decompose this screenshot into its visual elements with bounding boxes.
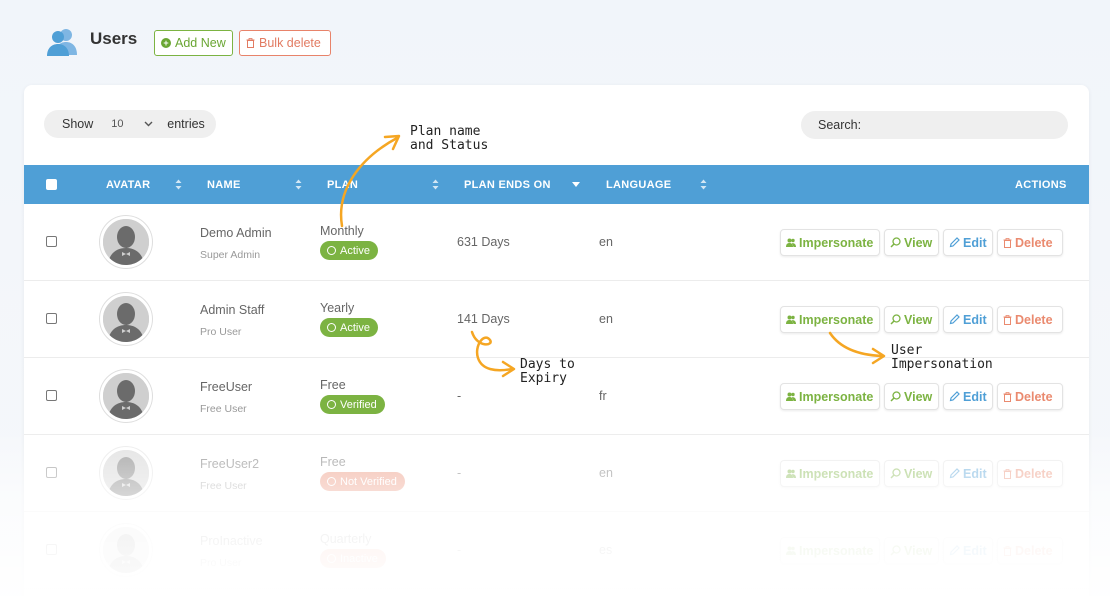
annotation-days: Days to Expiry — [520, 358, 575, 386]
annotation-imp-line2: Impersonation — [891, 357, 993, 372]
annotation-days-line2: Expiry — [520, 371, 567, 386]
annotation-plan-line2: and Status — [410, 138, 489, 153]
annotation-days-line1: Days to — [520, 357, 575, 372]
annotation-plan-line1: Plan name — [410, 124, 481, 139]
annotation-arrows — [339, 134, 886, 378]
annotation-imp-line1: User — [891, 343, 923, 358]
annotation-impersonation: User Impersonation — [891, 344, 993, 372]
annotation-plan: Plan name and Status — [410, 125, 488, 153]
